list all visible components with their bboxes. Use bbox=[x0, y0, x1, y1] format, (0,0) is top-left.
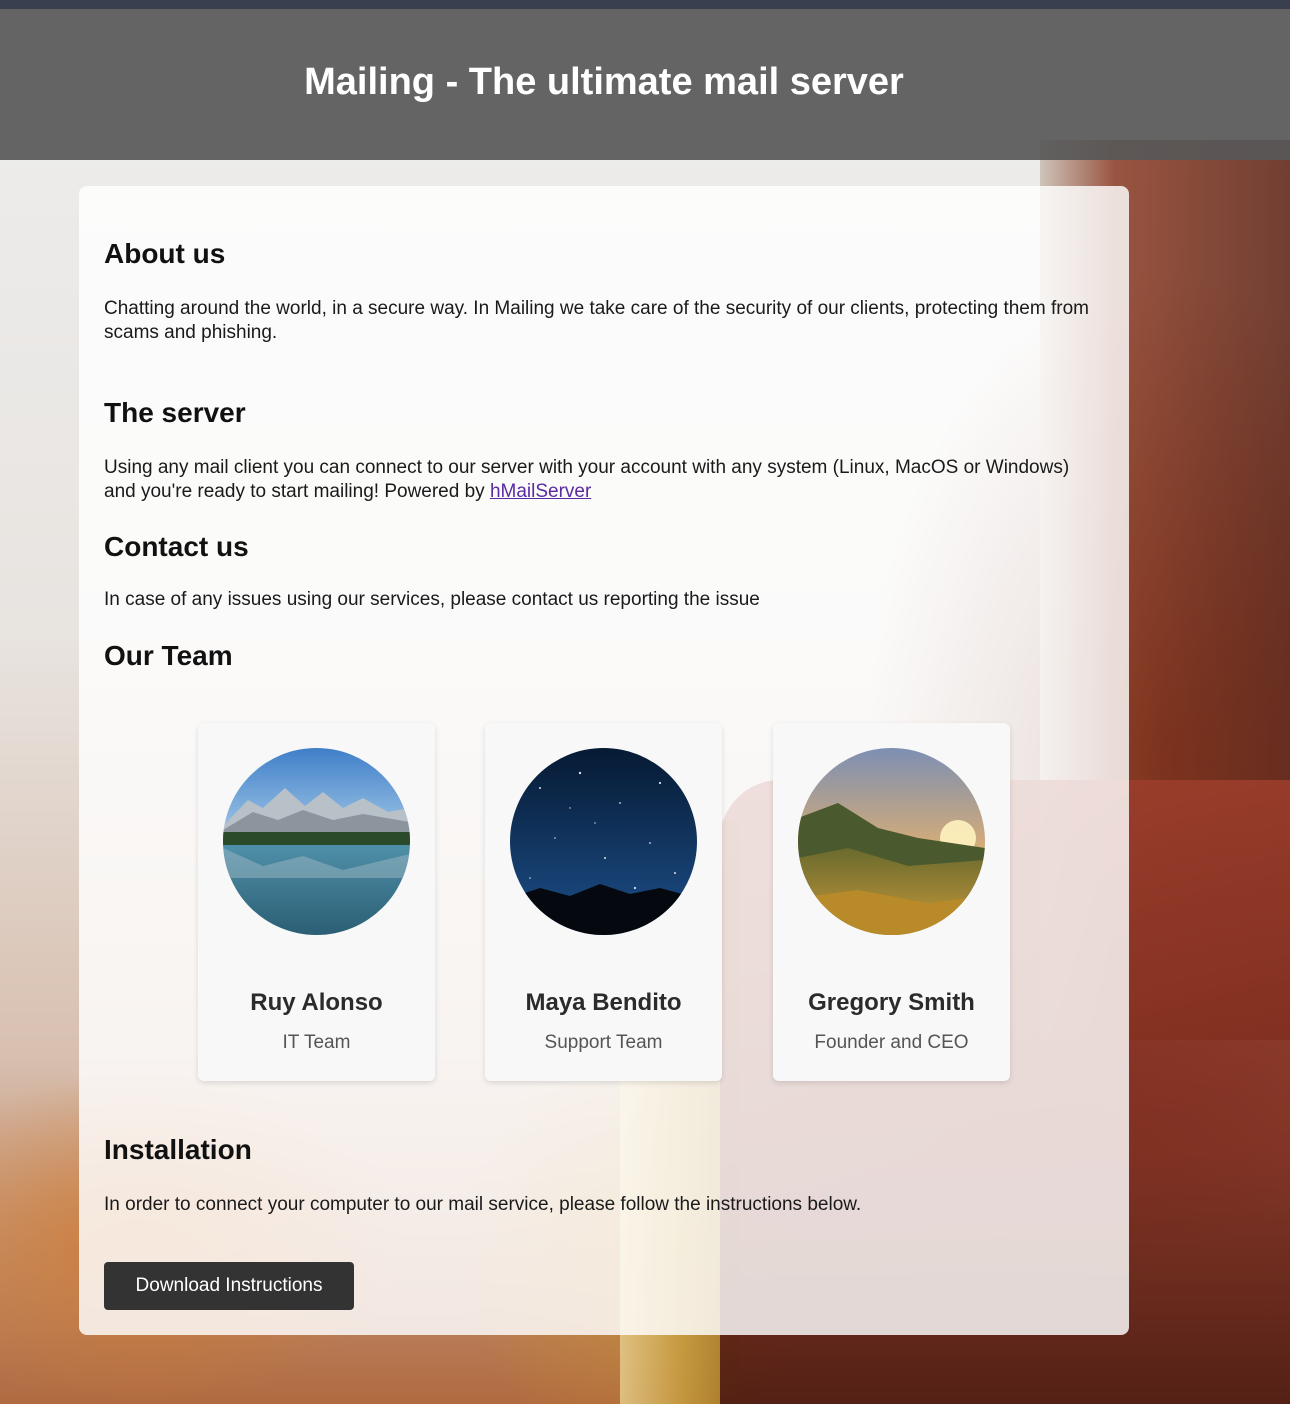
team-member-name: Maya Bendito bbox=[525, 989, 682, 1016]
team-member-role: Support Team bbox=[544, 1032, 663, 1053]
download-instructions-button[interactable]: Download Instructions bbox=[104, 1262, 354, 1310]
team-member-name: Ruy Alonso bbox=[250, 989, 383, 1016]
content-panel: About us Chatting around the world, in a… bbox=[79, 186, 1129, 1335]
team-card: Maya Bendito Support Team bbox=[485, 723, 722, 1081]
team-card: Gregory Smith Founder and CEO bbox=[773, 723, 1010, 1081]
site-title: Mailing - The ultimate mail server bbox=[304, 61, 904, 103]
installation-heading: Installation bbox=[104, 1134, 252, 1165]
site-header: Mailing - The ultimate mail server bbox=[0, 9, 1290, 160]
browser-top-strip bbox=[0, 0, 1290, 9]
mountain-lake-avatar bbox=[223, 748, 410, 935]
team-member-role: IT Team bbox=[282, 1032, 351, 1053]
about-text: Chatting around the world, in a secure w… bbox=[104, 298, 1089, 343]
team-member-name: Gregory Smith bbox=[808, 989, 975, 1016]
starry-night-avatar bbox=[510, 748, 697, 935]
team-heading: Our Team bbox=[104, 640, 233, 671]
server-heading: The server bbox=[104, 397, 246, 428]
server-text: Using any mail client you can connect to… bbox=[104, 456, 1104, 504]
hmailserver-link[interactable]: hMailServer bbox=[490, 481, 591, 502]
team-member-role: Founder and CEO bbox=[814, 1032, 969, 1053]
sunset-hills-avatar bbox=[798, 748, 985, 935]
about-heading: About us bbox=[104, 238, 226, 269]
contact-heading: Contact us bbox=[104, 531, 249, 562]
contact-text: In case of any issues using our services… bbox=[104, 589, 760, 610]
installation-text: In order to connect your computer to our… bbox=[104, 1194, 862, 1215]
team-card: Ruy Alonso IT Team bbox=[198, 723, 435, 1081]
